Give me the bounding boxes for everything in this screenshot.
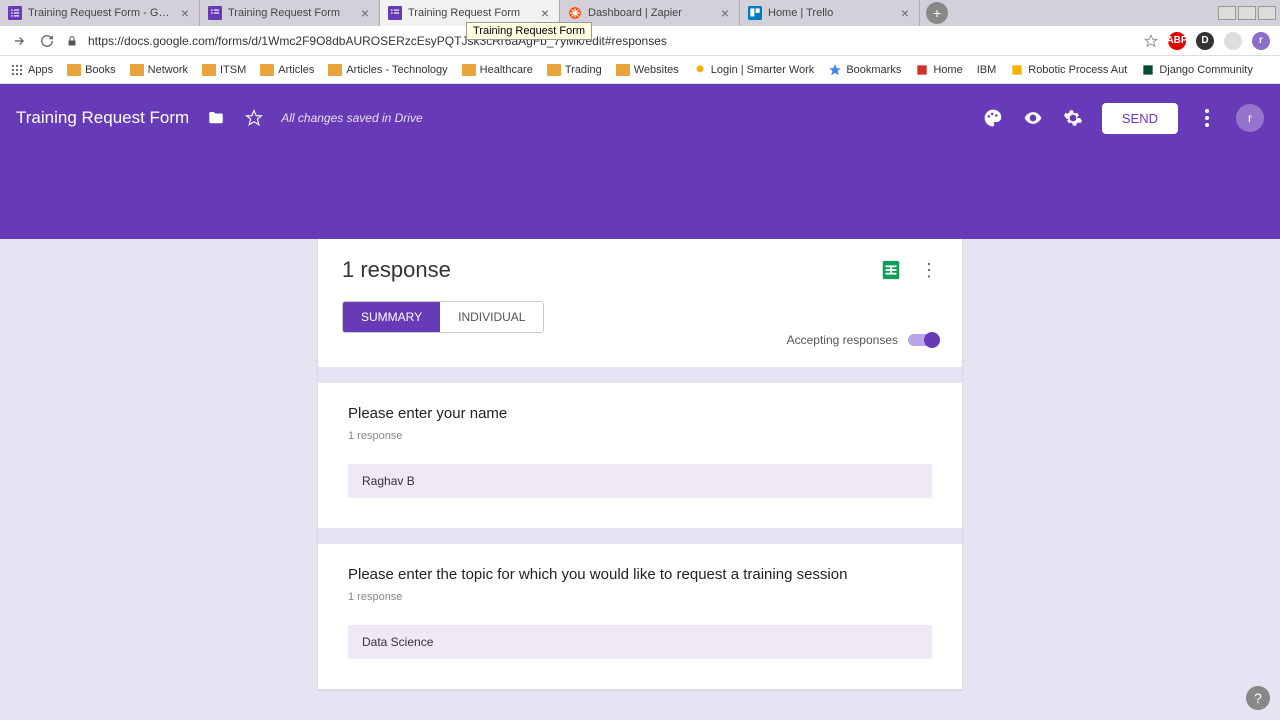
zapier-icon <box>568 6 582 20</box>
more-options-button[interactable]: ⋮ <box>920 260 938 281</box>
bookmark-link[interactable]: Bookmarks <box>828 63 901 77</box>
question-title: Please enter your name <box>348 405 932 422</box>
abp-icon[interactable]: ABP <box>1168 32 1186 50</box>
window-controls <box>1218 6 1280 20</box>
bookmark-link[interactable]: Django Community <box>1141 63 1253 77</box>
star-icon[interactable] <box>1144 34 1158 48</box>
minimize-button[interactable] <box>1218 6 1236 20</box>
save-status: All changes saved in Drive <box>281 111 422 125</box>
bookmark-folder[interactable]: Books <box>67 64 116 76</box>
url-field[interactable]: https://docs.google.com/forms/d/1Wmc2F9O… <box>88 34 1134 48</box>
settings-button[interactable] <box>1062 107 1084 129</box>
summary-button[interactable]: SUMMARY <box>343 302 440 332</box>
lock-icon <box>66 35 78 47</box>
form-title[interactable]: Training Request Form <box>16 108 189 128</box>
star-icon <box>828 63 842 77</box>
folder-icon <box>260 64 274 76</box>
individual-button[interactable]: INDIVIDUAL <box>440 302 543 332</box>
close-icon[interactable]: × <box>359 7 371 19</box>
response-answer: Raghav B <box>348 464 932 498</box>
tab-title: Home | Trello <box>768 7 893 19</box>
star-button[interactable] <box>243 107 265 129</box>
bookmarks-bar: Apps Books Network ITSM Articles Article… <box>0 56 1280 84</box>
home-icon <box>915 63 929 77</box>
bookmark-link[interactable]: Robotic Process Aut <box>1010 63 1127 77</box>
bookmark-folder[interactable]: Articles <box>260 64 314 76</box>
tab-title: Training Request Form <box>408 7 533 19</box>
bulb-icon <box>693 63 707 77</box>
trello-icon <box>748 6 762 20</box>
bookmark-folder[interactable]: Healthcare <box>462 64 533 76</box>
preview-button[interactable] <box>1022 107 1044 129</box>
accepting-label: Accepting responses <box>787 333 898 347</box>
sheets-button[interactable] <box>880 259 902 281</box>
tab-title: Training Request Form - Google <box>28 7 173 19</box>
folder-icon <box>130 64 144 76</box>
close-icon[interactable]: × <box>719 7 731 19</box>
close-icon[interactable]: × <box>899 7 911 19</box>
tab-tooltip: Training Request Form <box>466 22 592 40</box>
folder-icon <box>202 64 216 76</box>
browser-tab[interactable]: Home | Trello × <box>740 0 920 26</box>
bookmark-folder[interactable]: ITSM <box>202 64 246 76</box>
tab-title: Dashboard | Zapier <box>588 7 713 19</box>
question-response-count: 1 response <box>348 591 932 603</box>
google-forms-icon <box>388 6 402 20</box>
response-answer: Data Science <box>348 625 932 659</box>
more-button[interactable] <box>1196 107 1218 129</box>
folder-button[interactable] <box>205 107 227 129</box>
bookmark-folder[interactable]: Websites <box>616 64 679 76</box>
bookmark-link[interactable]: IBM <box>977 64 997 76</box>
forms-header: Training Request Form All changes saved … <box>0 84 1280 239</box>
google-forms-icon <box>8 6 22 20</box>
rpa-icon <box>1010 63 1024 77</box>
accepting-responses: Accepting responses <box>787 333 938 347</box>
responses-card: QUESTIONS RESPONSES 1 1 response ⋮ SUMMA… <box>318 197 962 689</box>
response-count-title: 1 response <box>342 257 880 283</box>
folder-icon <box>67 64 81 76</box>
bookmark-folder[interactable]: Articles - Technology <box>328 64 447 76</box>
close-window-button[interactable] <box>1258 6 1276 20</box>
send-button[interactable]: SEND <box>1102 103 1178 134</box>
folder-icon <box>547 64 561 76</box>
maximize-button[interactable] <box>1238 6 1256 20</box>
question-block: Please enter your name 1 response Raghav… <box>318 383 962 528</box>
bookmark-folder[interactable]: Trading <box>547 64 602 76</box>
google-forms-icon <box>208 6 222 20</box>
folder-icon <box>328 64 342 76</box>
tab-title: Training Request Form <box>228 7 353 19</box>
accepting-toggle[interactable] <box>908 334 938 346</box>
browser-tab[interactable]: Training Request Form × <box>200 0 380 26</box>
bookmark-folder[interactable]: Network <box>130 64 188 76</box>
bookmark-link[interactable]: Home <box>915 63 962 77</box>
view-toggle: SUMMARY INDIVIDUAL <box>342 301 544 333</box>
address-bar: https://docs.google.com/forms/d/1Wmc2F9O… <box>0 26 1280 56</box>
apps-icon <box>10 63 24 77</box>
django-icon <box>1141 63 1155 77</box>
browser-tab-strip: Training Request Form - Google × Trainin… <box>0 0 1280 26</box>
bookmark-apps[interactable]: Apps <box>10 63 53 77</box>
extension-icon[interactable] <box>1224 32 1242 50</box>
bookmark-link[interactable]: Login | Smarter Work <box>693 63 815 77</box>
extension-icon[interactable]: D <box>1196 32 1214 50</box>
help-button[interactable]: ? <box>1246 686 1270 710</box>
palette-button[interactable] <box>982 107 1004 129</box>
avatar[interactable]: r <box>1236 104 1264 132</box>
profile-icon[interactable]: r <box>1252 32 1270 50</box>
reload-button[interactable] <box>38 32 56 50</box>
forward-button[interactable] <box>10 32 28 50</box>
question-title: Please enter the topic for which you wou… <box>348 566 932 583</box>
question-block: Please enter the topic for which you wou… <box>318 544 962 689</box>
folder-icon <box>616 64 630 76</box>
browser-tab[interactable]: Training Request Form - Google × <box>0 0 200 26</box>
close-icon[interactable]: × <box>179 7 191 19</box>
new-tab-button[interactable]: + <box>926 2 948 24</box>
question-response-count: 1 response <box>348 430 932 442</box>
close-icon[interactable]: × <box>539 7 551 19</box>
folder-icon <box>462 64 476 76</box>
